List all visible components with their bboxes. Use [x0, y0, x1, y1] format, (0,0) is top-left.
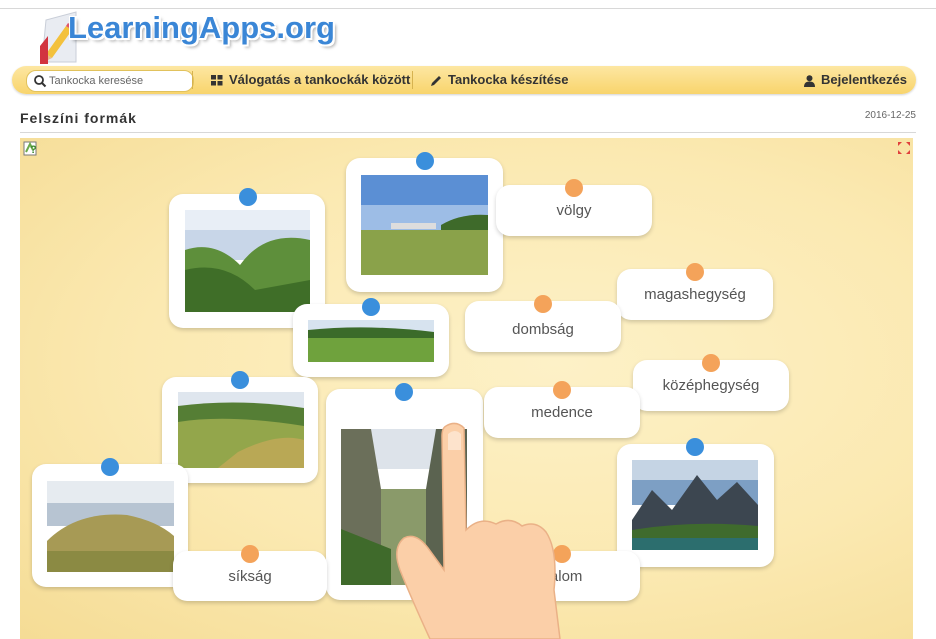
pencil-icon: [431, 75, 441, 86]
svg-text:?: ?: [30, 144, 37, 156]
image-card[interactable]: [293, 298, 449, 377]
word-label: középhegység: [662, 377, 760, 394]
login-label: Bejelentkezés: [821, 72, 907, 87]
image-card[interactable]: [346, 152, 503, 292]
login-link[interactable]: Bejelentkezés: [804, 66, 907, 94]
navbar: Tankocka keresése Válogatás a tankockák …: [12, 66, 916, 94]
create-app-link[interactable]: Tankocka készítése: [430, 66, 568, 94]
word-label: medence: [531, 404, 593, 421]
search-input[interactable]: Tankocka keresése: [26, 70, 194, 92]
word-label: dombság: [512, 321, 574, 338]
search-placeholder: Tankocka keresése: [49, 75, 144, 87]
card-pin: [702, 354, 720, 372]
word-card[interactable]: magashegység: [617, 263, 773, 320]
high-mountains-photo: [632, 460, 758, 550]
help-icon[interactable]: ?: [23, 140, 39, 156]
browse-apps-label: Válogatás a tankockák között: [229, 72, 411, 87]
app-board: ? völgy magashegység dombság középhegysé…: [20, 138, 913, 639]
create-app-label: Tankocka készítése: [448, 72, 569, 87]
nav-separator: [412, 71, 413, 89]
fullscreen-icon[interactable]: [898, 142, 910, 154]
word-label: síkság: [228, 568, 272, 585]
page-date: 2016-12-25: [864, 110, 916, 121]
card-pin: [686, 438, 704, 456]
logo[interactable]: LearningApps.org: [18, 2, 338, 66]
card-pin: [686, 263, 704, 281]
browse-apps-link[interactable]: Válogatás a tankockák között: [211, 66, 410, 94]
page-title: Felszíni formák: [20, 110, 137, 126]
plain-photo: [361, 175, 488, 275]
card-pin: [101, 458, 119, 476]
card-pin: [231, 371, 249, 389]
word-card[interactable]: dombság: [465, 295, 621, 352]
word-card[interactable]: völgy: [496, 179, 652, 236]
card-pin: [239, 188, 257, 206]
pointing-hand-icon: [396, 422, 561, 639]
title-row: Felszíni formák 2016-12-25: [20, 110, 916, 133]
word-card[interactable]: középhegység: [633, 354, 789, 411]
grid-icon: [211, 75, 223, 86]
card-pin: [395, 383, 413, 401]
hills-photo: [308, 320, 434, 362]
card-pin: [553, 381, 571, 399]
mound-photo: [47, 481, 174, 572]
valley-photo: [185, 210, 310, 312]
card-pin: [241, 545, 259, 563]
card-pin: [565, 179, 583, 197]
hilly-country-photo: [178, 392, 304, 468]
image-card[interactable]: [162, 371, 318, 483]
nav-separator: [192, 71, 193, 89]
logo-text: LearningApps.org: [68, 10, 335, 45]
word-label: magashegység: [644, 286, 746, 303]
word-label: völgy: [556, 202, 592, 219]
search-icon: [34, 75, 47, 88]
image-card[interactable]: [32, 458, 188, 587]
image-card[interactable]: [617, 438, 774, 567]
card-pin: [416, 152, 434, 170]
card-pin: [362, 298, 380, 316]
card-pin: [534, 295, 552, 313]
word-card[interactable]: síkság: [173, 545, 327, 601]
user-icon: [804, 74, 815, 87]
